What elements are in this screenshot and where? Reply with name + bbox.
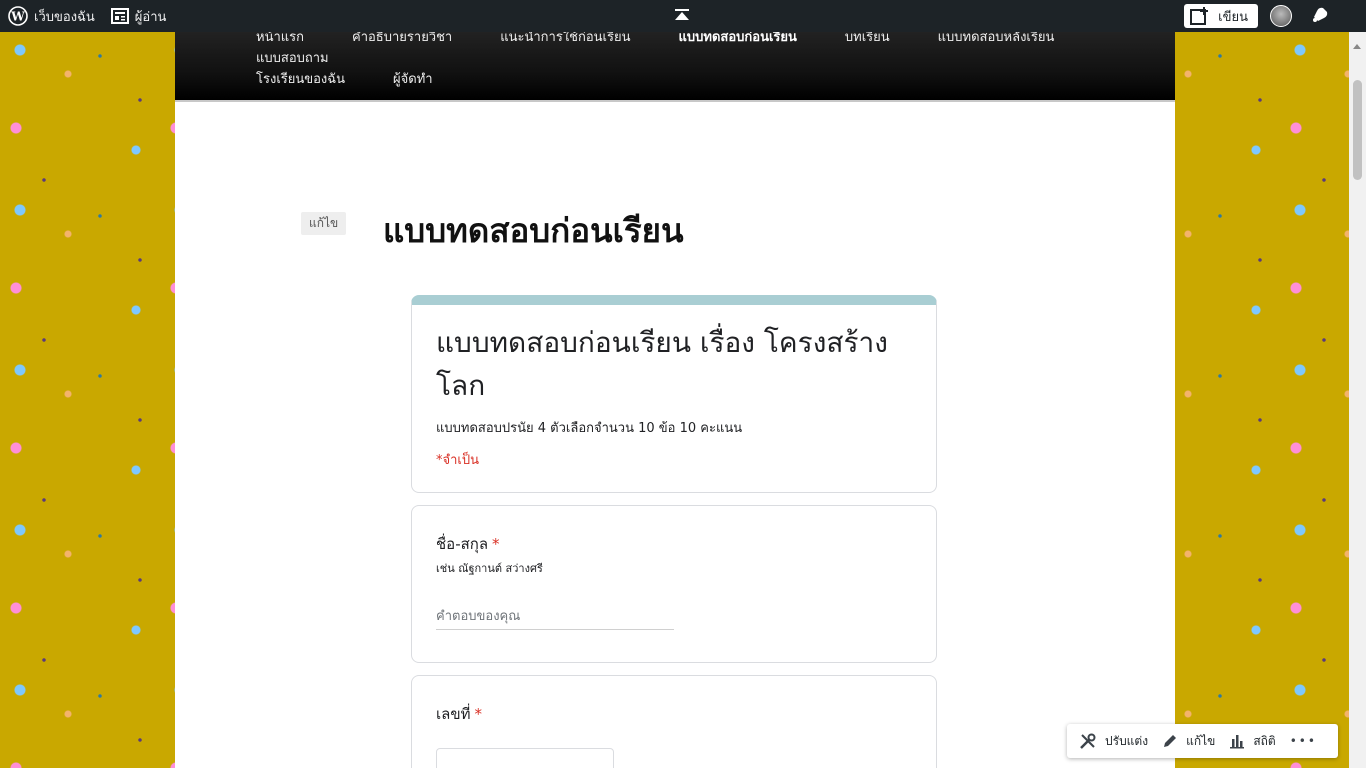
svg-text:W: W (10, 10, 25, 24)
required-star: * (492, 535, 500, 553)
more-button[interactable]: ••• (1290, 734, 1317, 748)
stats-button[interactable]: สถิติ (1229, 732, 1276, 751)
nav-item-posttest[interactable]: แบบทดสอบหลังเรียน (922, 31, 1055, 53)
pencil-icon (1162, 733, 1186, 749)
my-sites-menu[interactable]: W เว็บของฉัน (0, 0, 103, 32)
nav-row-1: หน้าแรก คำอธิบายรายวิชา แนะนำการใช้ก่อนเ… (240, 31, 1120, 74)
required-star: * (474, 705, 482, 723)
avatar[interactable] (1270, 5, 1292, 27)
nav-item-my-school[interactable]: โรงเรียนของฉัน (240, 73, 345, 95)
reader-menu[interactable]: ผู้อ่าน (103, 0, 175, 32)
customize-label: ปรับแต่ง (1105, 733, 1149, 748)
number-select[interactable] (436, 748, 614, 768)
question-title: ชื่อ-สกุล * (436, 532, 500, 556)
notifications-icon[interactable] (1310, 4, 1330, 28)
nav-row-2: โรงเรียนของฉัน ผู้จัดทำ (240, 73, 1120, 95)
reader-icon (110, 8, 129, 24)
nav-item-authors[interactable]: ผู้จัดทำ (377, 73, 433, 95)
form-header-card: แบบทดสอบก่อนเรียน เรื่อง โครงสร้างโลก แบ… (411, 295, 937, 493)
wordpress-logo-icon: W (8, 6, 28, 26)
question-help-text: เช่น ณัฐกานต์ สว่างศรี (436, 562, 543, 575)
nav-item-pretest[interactable]: แบบทดสอบก่อนเรียน (663, 31, 797, 53)
question-label: ชื่อ-สกุล (436, 535, 489, 553)
tools-icon (1079, 732, 1105, 750)
required-note: *จำเป็น (436, 453, 479, 468)
nav-item-questionnaire[interactable]: แบบสอบถาม (240, 52, 329, 74)
wp-admin-bar: W เว็บของฉัน ผู้อ่าน เขียน (0, 0, 1366, 32)
page-scrollbar[interactable] (1349, 32, 1366, 768)
question-label: เลขที่ (436, 705, 471, 723)
customize-button[interactable]: ปรับแต่ง (1079, 732, 1148, 751)
collapse-header-icon[interactable] (673, 8, 691, 24)
nav-item-lessons[interactable]: บทเรียน (829, 31, 890, 53)
floating-action-bar: ปรับแต่ง แก้ไข สถิติ ••• (1067, 724, 1338, 758)
scrollbar-thumb[interactable] (1353, 80, 1362, 180)
nav-item-home[interactable]: หน้าแรก (240, 31, 304, 53)
name-answer-input[interactable] (436, 604, 674, 630)
form-title: แบบทดสอบก่อนเรียน เรื่อง โครงสร้างโลก (436, 326, 888, 402)
question-title: เลขที่ * (436, 702, 482, 726)
form-description: แบบทดสอบปรนัย 4 ตัวเลือกจำนวน 10 ข้อ 10 … (436, 421, 743, 436)
edit-page-link[interactable]: แก้ไข (301, 212, 347, 235)
nav-item-pre-study-guide[interactable]: แนะนำการใช้ก่อนเรียน (484, 31, 630, 53)
site-navigation: หน้าแรก คำอธิบายรายวิชา แนะนำการใช้ก่อนเ… (175, 31, 1175, 102)
edit-button[interactable]: แก้ไข (1162, 732, 1215, 751)
bar-chart-icon (1229, 733, 1253, 749)
page-content: แก้ไข แบบทดสอบก่อนเรียน แบบทดสอบก่อนเรีย… (175, 102, 1175, 768)
scroll-up-icon[interactable] (1353, 44, 1361, 49)
new-post-icon (1190, 7, 1210, 25)
stats-label: สถิติ (1253, 733, 1276, 748)
page-title: แบบทดสอบก่อนเรียน (383, 211, 684, 250)
more-icon: ••• (1289, 734, 1317, 748)
nav-item-course-description[interactable]: คำอธิบายรายวิชา (336, 31, 452, 53)
write-button[interactable]: เขียน (1184, 4, 1258, 28)
edit-label: แก้ไข (1186, 733, 1216, 748)
question-card-name: ชื่อ-สกุล * เช่น ณัฐกานต์ สว่างศรี (411, 505, 937, 663)
write-label: เขียน (1218, 9, 1248, 25)
my-sites-label: เว็บของฉัน (34, 9, 95, 25)
question-card-number: เลขที่ * (411, 675, 937, 768)
reader-label: ผู้อ่าน (134, 9, 167, 25)
